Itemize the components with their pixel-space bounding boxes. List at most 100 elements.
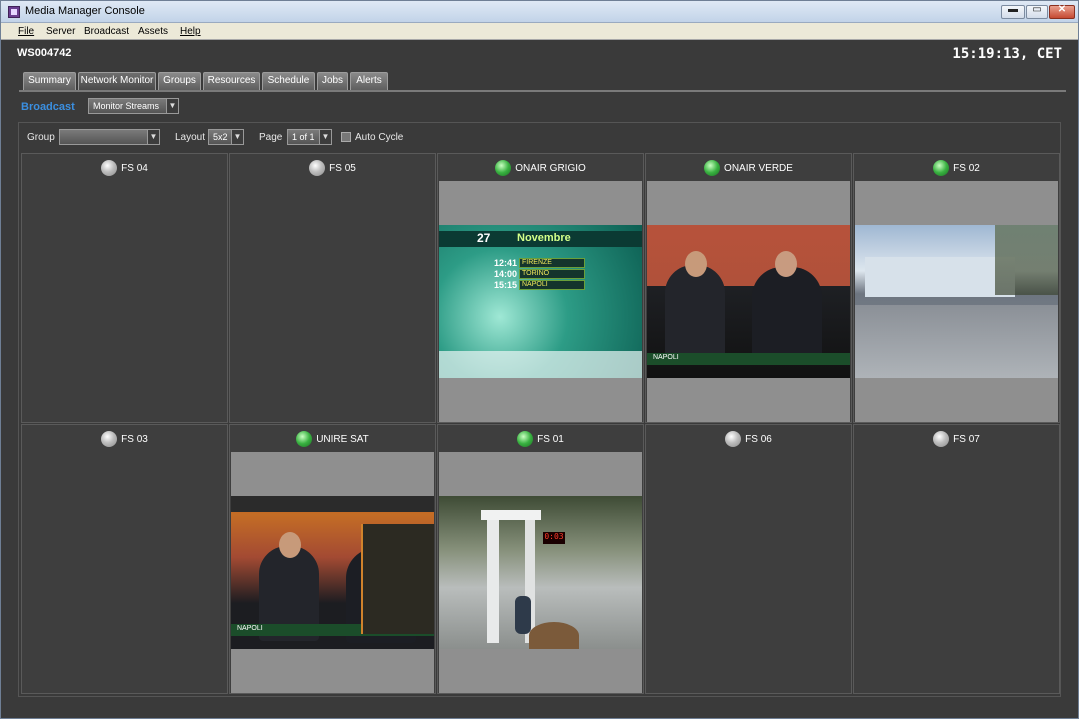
stream-name: FS 06 [745, 433, 772, 445]
stream-tile[interactable]: FS 05 [229, 153, 436, 423]
workstation-id: WS004742 [17, 47, 72, 59]
window-title: Media Manager Console [25, 5, 145, 17]
minimize-icon: ▬ [1008, 4, 1018, 15]
trees [995, 225, 1058, 295]
worker [515, 596, 531, 634]
stream-preview[interactable]: 27 Novembre 12:41 FIRENZE 14:00 TORINO 15:15 NA… [439, 181, 642, 422]
stream-tile-header: ONAIR GRIGIO [438, 160, 643, 178]
page-select[interactable]: 1 of 1 ▼ [287, 129, 332, 145]
tab-network-monitor[interactable]: Network Monitor [78, 72, 156, 90]
teletext-row: FIRENZE [519, 258, 585, 268]
stream-tile[interactable]: ONAIR GRIGIO 27 Novembre 12:41 FIRENZE 14:00 T… [437, 153, 644, 423]
app-icon [8, 6, 20, 18]
chevron-down-icon: ▼ [231, 130, 243, 144]
stream-name: FS 03 [121, 433, 148, 445]
tab-summary[interactable]: Summary [23, 72, 76, 90]
chevron-down-icon: ▼ [166, 99, 178, 113]
stream-tile-header: ONAIR VERDE [646, 160, 851, 178]
group-select[interactable]: ▼ [59, 129, 160, 145]
view-select-value: Monitor Streams [93, 101, 160, 111]
broadcast-row: Broadcast Monitor Streams ▼ [1, 97, 1078, 117]
stream-name: FS 01 [537, 433, 564, 445]
stream-tile[interactable]: UNIRE SAT NAPOLI [229, 424, 436, 694]
teletext-time: 15:15 [494, 280, 518, 290]
status-led-icon [517, 431, 534, 447]
tab-divider [19, 90, 1066, 92]
menu-assets[interactable]: Assets [138, 26, 168, 37]
presenter-right [752, 267, 822, 362]
stream-name: ONAIR GRIGIO [515, 162, 586, 174]
status-led-icon [101, 431, 118, 447]
tab-jobs[interactable]: Jobs [317, 72, 348, 90]
status-led-icon [933, 431, 950, 447]
layout-select[interactable]: 5x2 ▼ [208, 129, 244, 145]
minimize-button[interactable]: ▬ [1001, 4, 1025, 19]
track [855, 305, 1058, 378]
caption-text: NAPOLI [237, 625, 263, 632]
header-bar: WS004742 15:19:13, CET [1, 41, 1078, 67]
maximize-button[interactable]: ▭ [1026, 4, 1048, 19]
layout-label: Layout [175, 132, 206, 143]
tab-groups[interactable]: Groups [158, 72, 201, 90]
video-frame: 27 Novembre 12:41 FIRENZE 14:00 TORINO 15:15 NA… [439, 225, 642, 378]
teletext-row: NAPOLI [519, 280, 585, 290]
view-select[interactable]: Monitor Streams ▼ [88, 98, 179, 114]
stream-name: FS 07 [953, 433, 980, 445]
status-led-icon [296, 431, 313, 447]
tab-resources[interactable]: Resources [203, 72, 260, 90]
odds-board [361, 524, 434, 634]
layout-select-value: 5x2 [213, 132, 228, 142]
teletext-time: 14:00 [494, 269, 518, 279]
app-window: Media Manager Console ▬ ▭ ✕ File Server … [0, 0, 1079, 719]
stream-preview[interactable] [855, 181, 1058, 422]
presenter-left-head [685, 251, 707, 277]
menu-file[interactable]: File [18, 26, 34, 37]
video-frame: 0:03 [439, 496, 642, 649]
menu-server[interactable]: Server [46, 26, 75, 37]
stream-name: UNIRE SAT [316, 433, 369, 445]
close-button[interactable]: ✕ [1049, 4, 1075, 19]
stream-preview[interactable]: 0:03 [439, 452, 642, 693]
broadcast-label: Broadcast [21, 101, 75, 113]
stream-tile[interactable]: FS 02 [853, 153, 1060, 423]
stream-tile[interactable]: ONAIR VERDE NAPOLI [645, 153, 852, 423]
monitor-panel: Group ▼ Layout 5x2 ▼ Page 1 of 1 ▼ Auto … [18, 122, 1061, 697]
stream-name: FS 05 [329, 162, 356, 174]
presenter-left-head [279, 532, 301, 558]
status-led-icon [933, 160, 950, 176]
stream-grid: FS 04 FS 05 ONAIR GRIGIO 27 Novembre 12:41 FIR… [21, 153, 1060, 694]
teletext-row: TORINO [519, 269, 585, 279]
tab-alerts[interactable]: Alerts [350, 72, 388, 90]
stream-tile-header: FS 06 [646, 431, 851, 449]
shrub [529, 622, 579, 649]
auto-cycle-checkbox[interactable] [341, 132, 351, 142]
menu-broadcast[interactable]: Broadcast [84, 26, 129, 37]
video-frame: NAPOLI [231, 496, 434, 649]
maximize-icon: ▭ [1032, 4, 1042, 15]
tab-schedule[interactable]: Schedule [262, 72, 315, 90]
stream-preview[interactable]: NAPOLI [647, 181, 850, 422]
stream-tile[interactable]: FS 04 [21, 153, 228, 423]
stream-preview[interactable]: NAPOLI [231, 452, 434, 693]
stream-tile[interactable]: FS 03 [21, 424, 228, 694]
gate-post [487, 518, 499, 643]
timer-display: 0:03 [543, 532, 565, 544]
status-led-icon [101, 160, 118, 176]
status-led-icon [309, 160, 326, 176]
stream-tile-header: FS 05 [230, 160, 435, 178]
clock: 15:19:13, CET [952, 46, 1062, 62]
stream-tile-header: FS 03 [22, 431, 227, 449]
stream-tile[interactable]: FS 07 [853, 424, 1060, 694]
chevron-down-icon: ▼ [147, 130, 159, 144]
monitor-toolbar: Group ▼ Layout 5x2 ▼ Page 1 of 1 ▼ Auto … [19, 123, 1060, 151]
stream-tile-header: UNIRE SAT [230, 431, 435, 449]
menu-help[interactable]: Help [180, 26, 201, 37]
stream-tile[interactable]: FS 06 [645, 424, 852, 694]
building [865, 257, 1015, 297]
close-icon: ✕ [1057, 4, 1067, 15]
stream-tile-header: FS 04 [22, 160, 227, 178]
page-label: Page [259, 132, 283, 143]
menu-bar: File Server Broadcast Assets Help [1, 23, 1078, 40]
stream-tile-header: FS 07 [854, 431, 1059, 449]
stream-tile[interactable]: FS 01 0:03 [437, 424, 644, 694]
